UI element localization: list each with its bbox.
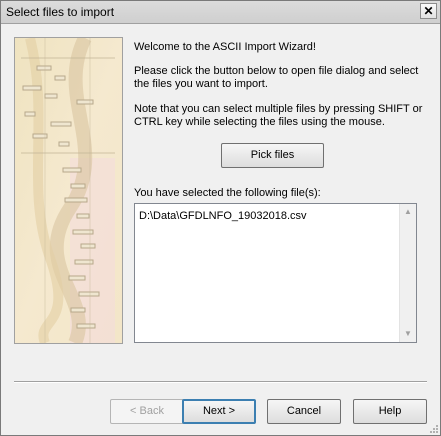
list-item[interactable]: D:\Data\GFDLNFO_19032018.csv <box>139 210 307 222</box>
note-line-1: Note that you can select multiple files … <box>134 103 423 115</box>
pick-files-label: Pick files <box>250 149 295 161</box>
back-button-label: < Back <box>130 405 164 417</box>
wizard-graphic <box>15 38 122 343</box>
close-icon[interactable]: ✕ <box>420 3 437 19</box>
cancel-button-label: Cancel <box>286 405 322 417</box>
pick-files-button[interactable]: Pick files <box>221 143 324 168</box>
next-button-label: Next > <box>202 405 236 417</box>
selected-files-label: You have selected the following file(s): <box>134 187 321 199</box>
scroll-up-icon[interactable]: ▲ <box>400 204 416 220</box>
import-wizard-dialog: Select files to import ✕ Welcome to the … <box>0 0 441 436</box>
separator <box>14 381 427 383</box>
instruction-text: Please click the button below to open fi… <box>134 65 418 91</box>
cancel-button[interactable]: Cancel <box>267 399 341 424</box>
vertical-scrollbar[interactable]: ▲ ▼ <box>399 204 416 342</box>
help-button[interactable]: Help <box>353 399 427 424</box>
title-bar[interactable]: Select files to import ✕ <box>1 1 440 24</box>
next-button[interactable]: Next > <box>182 399 256 424</box>
window-title: Select files to import <box>6 5 115 19</box>
help-button-label: Help <box>378 405 402 417</box>
instruction-line-2: the files you want to import. <box>134 78 268 90</box>
resize-grip-icon[interactable] <box>428 423 438 433</box>
back-button[interactable]: < Back <box>110 399 184 424</box>
note-line-2: CTRL key while selecting the files using… <box>134 116 385 128</box>
note-text: Note that you can select multiple files … <box>134 103 422 129</box>
wizard-side-image <box>14 37 123 344</box>
instruction-line-1: Please click the button below to open fi… <box>134 65 419 77</box>
scroll-down-icon[interactable]: ▼ <box>400 326 416 342</box>
selected-files-list[interactable]: D:\Data\GFDLNFO_19032018.csv ▲ ▼ <box>134 203 417 343</box>
welcome-text: Welcome to the ASCII Import Wizard! <box>134 41 316 53</box>
